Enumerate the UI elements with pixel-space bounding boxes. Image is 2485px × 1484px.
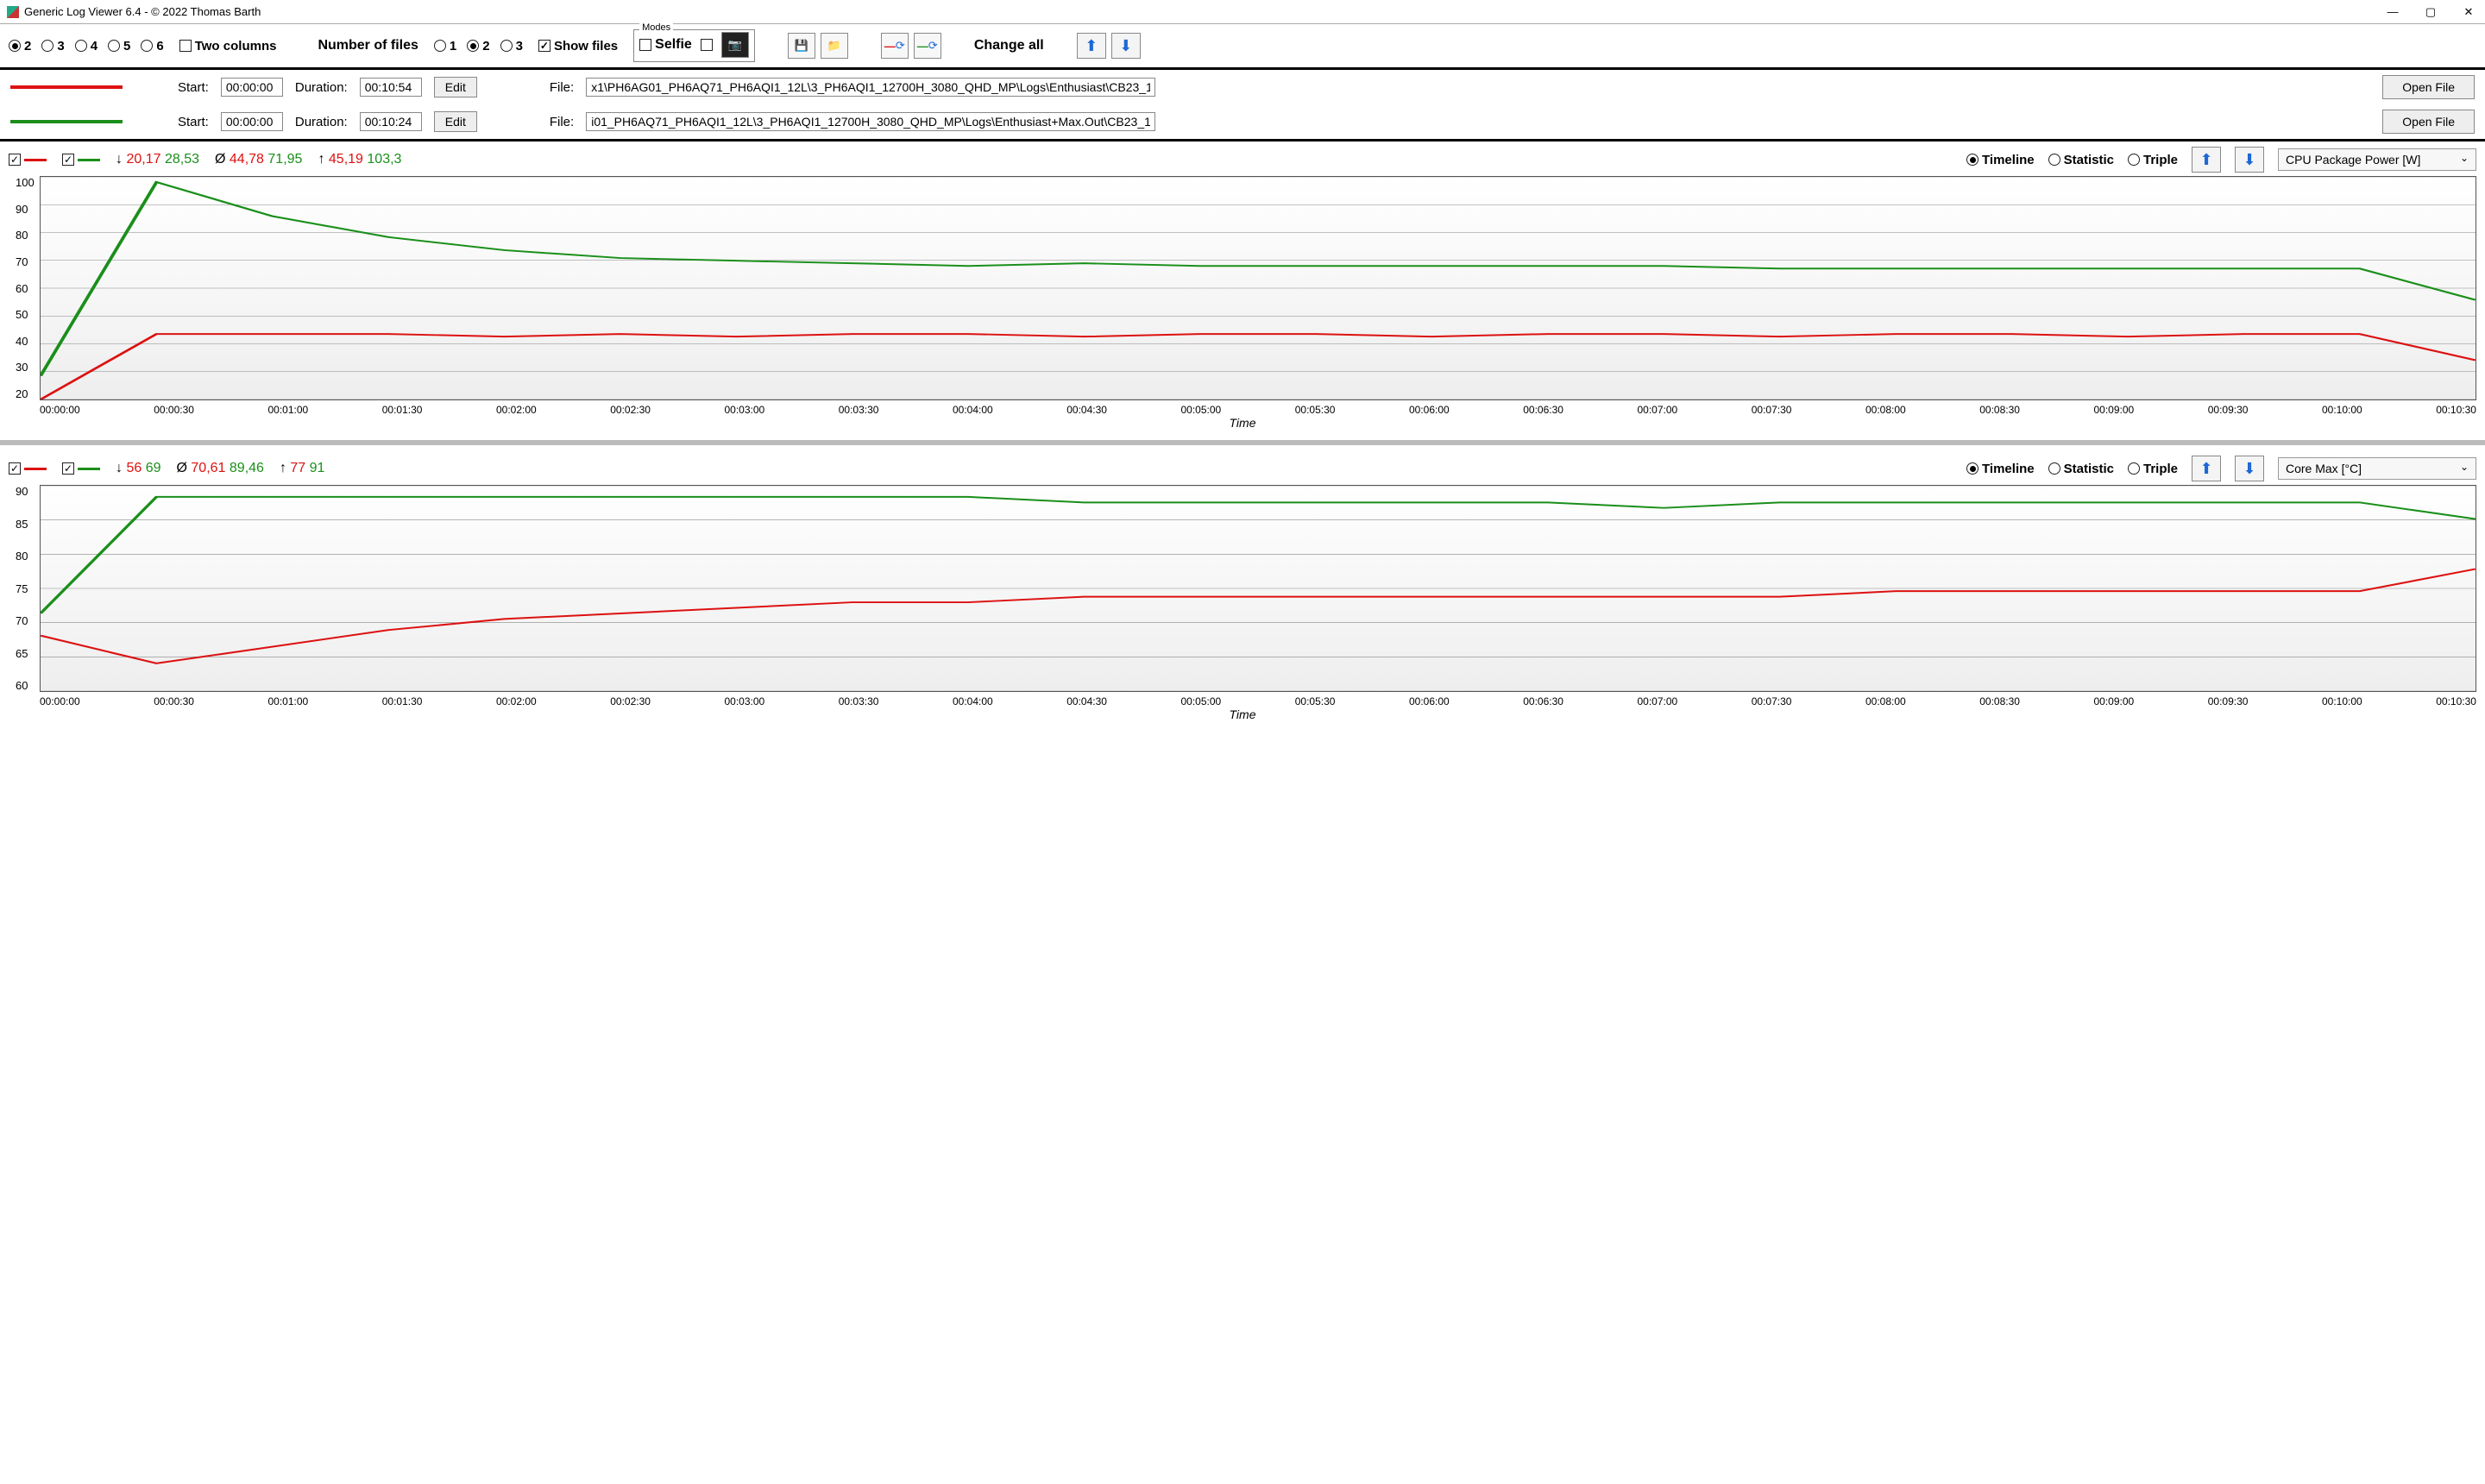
view-triple[interactable]: Triple [2128,153,2178,167]
stat-max: ↑ 45,19 103,3 [318,152,401,167]
start-input[interactable] [221,78,283,97]
chart-count-4[interactable]: 4 [75,39,98,53]
duration-label: Duration: [295,115,348,129]
view-timeline[interactable]: Timeline [1966,462,2035,476]
file-row-1: Start: Duration: Edit File: Open File [0,104,2485,139]
series-red-toggle[interactable] [9,154,47,166]
open-file-button[interactable]: Open File [2382,75,2475,99]
view-statistic[interactable]: Statistic [2048,153,2114,167]
two-columns-checkbox[interactable]: Two columns [179,39,277,53]
stat-min: ↓ 56 69 [116,461,161,476]
folder-icon[interactable]: 📁 [821,33,848,59]
chart-count-6[interactable]: 6 [141,39,163,53]
chart-count-2[interactable]: 2 [9,39,31,53]
stat-max: ↑ 77 91 [280,461,325,476]
camera-unknown-checkbox[interactable] [701,39,713,51]
x-axis-labels: 00:00:0000:00:3000:01:0000:01:3000:02:00… [9,402,2476,416]
chart-up-button[interactable]: ⬆ [2192,456,2221,481]
series-green-toggle[interactable] [62,154,100,166]
chart-down-button[interactable]: ⬇ [2235,456,2264,481]
chart-divider [0,440,2485,445]
chart-up-button[interactable]: ⬆ [2192,147,2221,173]
numfiles-1[interactable]: 1 [434,39,456,53]
duration-input[interactable] [360,78,422,97]
series-red-toggle[interactable] [9,462,47,475]
metric-select[interactable]: Core Max [°C] [2278,457,2476,480]
modes-legend: Modes [639,22,673,33]
numfiles-2[interactable]: 2 [467,39,489,53]
file-row-0: Start: Duration: Edit File: Open File [0,70,2485,104]
app-logo-icon [7,6,19,18]
minimize-button[interactable]: — [2383,3,2402,22]
showfiles-checkbox[interactable]: Show files [538,39,618,53]
file-rows: Start: Duration: Edit File: Open File St… [0,70,2485,141]
numfiles-radios: 123 [434,39,523,53]
x-axis-title: Time [9,416,2476,433]
titlebar: Generic Log Viewer 6.4 - © 2022 Thomas B… [0,0,2485,24]
showfiles-label: Show files [554,39,618,53]
chart-block-1: ↓ 56 69 Ø 70,61 89,46 ↑ 77 91 Timeline S… [0,450,2485,726]
remove-green-refresh-icon[interactable]: —⟳ [914,33,941,59]
y-axis-labels: 1009080706050403020 [16,176,35,400]
main-toolbar: 23456 Two columns Number of files 123 Sh… [0,24,2485,70]
view-triple[interactable]: Triple [2128,462,2178,476]
save-icon[interactable]: 💾 [788,33,815,59]
selfie-label: Selfie [655,37,692,53]
edit-button[interactable]: Edit [434,77,477,97]
series-color-swatch [10,120,123,123]
start-label: Start: [178,115,209,129]
start-input[interactable] [221,112,283,131]
two-columns-label: Two columns [195,39,277,53]
chart-plot-area [40,485,2476,692]
file-label: File: [550,80,574,95]
edit-button[interactable]: Edit [434,111,477,132]
file-path-input[interactable] [586,112,1155,131]
chart-count-radios: 23456 [9,39,164,53]
maximize-button[interactable]: ▢ [2421,3,2440,22]
series-green-toggle[interactable] [62,462,100,475]
start-label: Start: [178,80,209,95]
view-statistic[interactable]: Statistic [2048,462,2114,476]
chart-block-0: ↓ 20,17 28,53 Ø 44,78 71,95 ↑ 45,19 103,… [0,141,2485,435]
change-all-label: Change all [974,38,1044,53]
global-down-button[interactable]: ⬇ [1111,33,1141,59]
window-title: Generic Log Viewer 6.4 - © 2022 Thomas B… [24,5,261,18]
series-color-swatch [10,85,123,89]
metric-select[interactable]: CPU Package Power [W] [2278,148,2476,171]
stat-min: ↓ 20,17 28,53 [116,152,199,167]
modes-group: Modes Selfie 📷 [633,29,755,62]
close-button[interactable]: ✕ [2459,3,2478,22]
stat-avg: Ø 70,61 89,46 [177,461,264,476]
file-label: File: [550,115,574,129]
duration-label: Duration: [295,80,348,95]
x-axis-title: Time [9,707,2476,725]
remove-red-refresh-icon[interactable]: —⟳ [881,33,909,59]
chart-count-3[interactable]: 3 [41,39,64,53]
chart-plot-area [40,176,2476,400]
open-file-button[interactable]: Open File [2382,110,2475,134]
duration-input[interactable] [360,112,422,131]
camera-icon[interactable]: 📷 [721,32,749,58]
numfiles-label: Number of files [318,38,418,53]
file-path-input[interactable] [586,78,1155,97]
global-up-button[interactable]: ⬆ [1077,33,1106,59]
chart-count-5[interactable]: 5 [108,39,130,53]
numfiles-3[interactable]: 3 [500,39,523,53]
stat-avg: Ø 44,78 71,95 [215,152,302,167]
selfie-checkbox[interactable]: Selfie [639,37,692,53]
view-timeline[interactable]: Timeline [1966,153,2035,167]
y-axis-labels: 90858075706560 [16,485,28,692]
chart-down-button[interactable]: ⬇ [2235,147,2264,173]
x-axis-labels: 00:00:0000:00:3000:01:0000:01:3000:02:00… [9,694,2476,707]
